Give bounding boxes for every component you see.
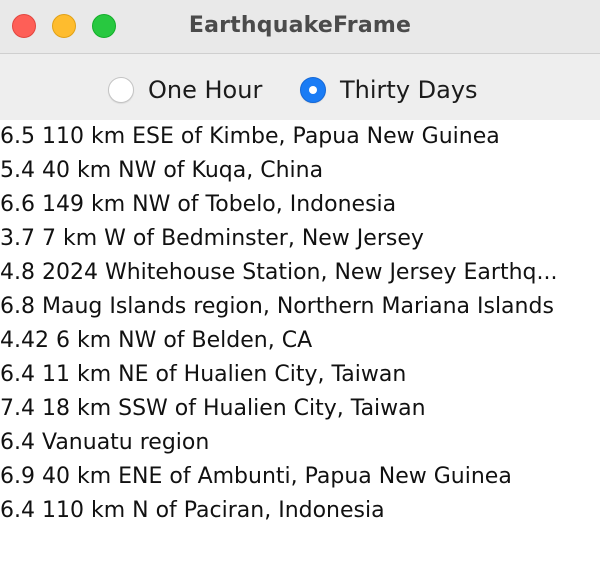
one-hour-label[interactable]: One Hour [148, 76, 262, 104]
list-item[interactable]: 6.4 110 km N of Paciran, Indonesia [0, 494, 594, 528]
radio-selected-dot [309, 86, 317, 94]
earthquake-list[interactable]: 6.5 110 km ESE of Kimbe, Papua New Guine… [0, 120, 600, 568]
thirty-days-radio-circle[interactable] [300, 77, 326, 103]
one-hour-radio-circle[interactable] [108, 77, 134, 103]
list-item[interactable]: 6.6 149 km NW of Tobelo, Indonesia [0, 188, 594, 222]
time-range-selector: One Hour Thirty Days [0, 54, 600, 120]
list-item[interactable]: 4.42 6 km NW of Belden, CA [0, 324, 594, 358]
list-item[interactable]: 5.4 40 km NW of Kuqa, China [0, 154, 594, 188]
title-bar[interactable]: EarthquakeFrame [0, 0, 600, 54]
list-item[interactable]: 4.8 2024 Whitehouse Station, New Jersey … [0, 256, 594, 290]
list-item[interactable]: 6.4 11 km NE of Hualien City, Taiwan [0, 358, 594, 392]
list-item[interactable]: 3.7 7 km W of Bedminster, New Jersey [0, 222, 594, 256]
window-title: EarthquakeFrame [188, 13, 412, 38]
thirty-days-label[interactable]: Thirty Days [340, 76, 478, 104]
list-item[interactable]: 7.4 18 km SSW of Hualien City, Taiwan [0, 392, 594, 426]
thirty-days-radio[interactable]: Thirty Days [300, 74, 478, 106]
list-item[interactable]: 6.9 40 km ENE of Ambunti, Papua New Guin… [0, 460, 594, 494]
one-hour-radio[interactable]: One Hour [108, 74, 262, 106]
list-item[interactable]: 6.8 Maug Islands region, Northern Marian… [0, 290, 594, 324]
list-item[interactable]: 6.4 Vanuatu region [0, 426, 594, 460]
list-item[interactable]: 6.5 110 km ESE of Kimbe, Papua New Guine… [0, 120, 594, 154]
earthquake-window: EarthquakeFrame One Hour Thirty Days 6.5… [0, 0, 600, 568]
